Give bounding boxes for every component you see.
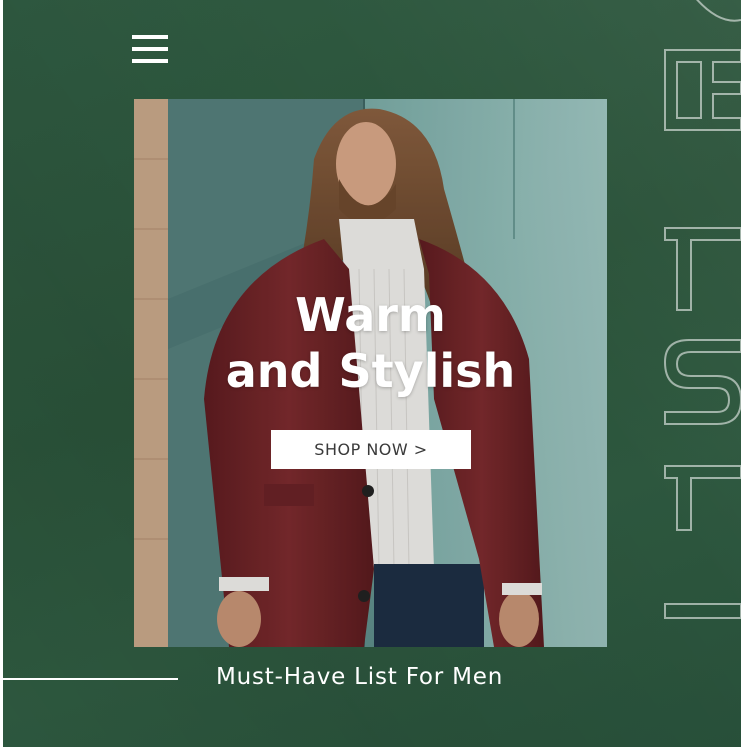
hamburger-menu-icon[interactable]	[132, 35, 168, 65]
tagline-text: Must-Have List For Men	[216, 664, 504, 690]
headline-line-2: and Stylish	[225, 344, 516, 398]
promo-banner-page: Warm and Stylish SHOP NOW > Must-Have Li…	[3, 0, 741, 747]
hero-headline: Warm and Stylish	[134, 287, 607, 399]
tagline-divider	[3, 678, 178, 680]
hero-image-card[interactable]: Warm and Stylish SHOP NOW >	[134, 99, 607, 647]
headline-line-1: Warm	[295, 288, 446, 342]
outlined-vertical-lettering	[663, 0, 741, 619]
shop-now-button[interactable]: SHOP NOW >	[271, 430, 471, 469]
